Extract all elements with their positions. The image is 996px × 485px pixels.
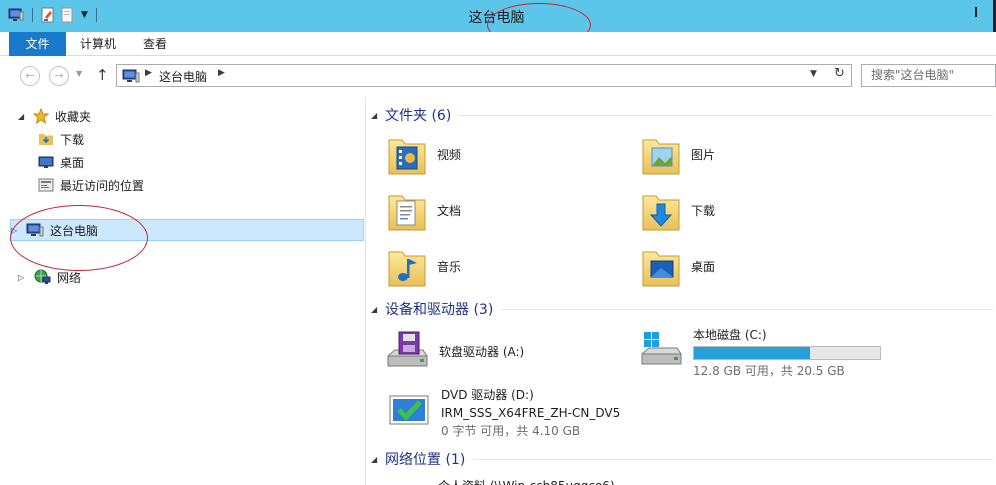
nav-item-label: 桌面	[60, 155, 85, 170]
ribbon-tabs: 文件 计算机 查看	[0, 32, 996, 56]
collapse-arrow-icon[interactable]: ◢	[371, 455, 385, 464]
drive-dvd-d[interactable]: DVD 驱动器 (D:) IRM_SSS_X64FRE_ZH-CN_DV5 0 …	[387, 386, 620, 440]
group-title: 设备和驱动器 (3)	[385, 302, 494, 318]
folder-downloads[interactable]: 下载	[641, 188, 715, 232]
downloads-folder-icon	[642, 195, 680, 231]
folder-label: 图片	[691, 147, 716, 162]
folder-videos[interactable]: 视频	[387, 132, 461, 176]
floppy-drive-icon	[387, 331, 428, 367]
breadcrumb-this-pc[interactable]: 这台电脑	[159, 68, 207, 85]
network-location-item[interactable]: 个人资料 (\\Win-cch85ugqco6)	[438, 477, 615, 485]
computer-icon	[26, 223, 44, 236]
collapse-arrow-icon[interactable]: ◢	[18, 112, 27, 121]
group-divider	[501, 308, 993, 310]
forward-button[interactable]: →	[49, 66, 69, 86]
nav-network-label: 网络	[57, 270, 82, 285]
downloads-folder-icon	[39, 134, 53, 145]
recent-places-icon	[38, 178, 54, 192]
group-title: 文件夹 (6)	[385, 108, 452, 124]
navigation-pane: ◢ 收藏夹 下载 桌面 最近访问的位置 ▷ 这台电脑 ▷ 网络	[0, 97, 366, 485]
star-icon	[33, 108, 49, 124]
pictures-folder-icon	[642, 139, 680, 175]
drive-usage-bar	[693, 346, 881, 360]
up-button[interactable]: ↑	[96, 66, 109, 84]
nav-favorite-desktop[interactable]: 桌面	[38, 151, 84, 173]
drive-space: 0 字节 可用，共 4.10 GB	[441, 424, 581, 438]
title-bar: ▼ 这台电脑	[0, 0, 996, 32]
dvd-drive-icon	[389, 395, 429, 425]
folder-label: 桌面	[691, 259, 716, 274]
drive-text: DVD 驱动器 (D:) IRM_SSS_X64FRE_ZH-CN_DV5 0 …	[441, 386, 620, 440]
hard-disk-icon	[641, 332, 682, 365]
computer-icon	[122, 69, 140, 83]
expand-arrow-icon[interactable]: ▷	[18, 273, 27, 282]
folder-label: 音乐	[437, 259, 462, 274]
documents-folder-icon	[388, 195, 426, 231]
folder-pictures[interactable]: 图片	[641, 132, 715, 176]
drive-space: 12.8 GB 可用，共 20.5 GB	[693, 364, 845, 378]
tab-file[interactable]: 文件	[9, 32, 66, 56]
desktop-folder-icon	[642, 251, 680, 287]
group-header-network[interactable]: ◢ 网络位置 (1)	[371, 448, 993, 470]
network-icon	[34, 269, 51, 284]
address-row: ← → ▼ ↑ ▶ 这台电脑 ▶ ▼ ↻ 搜索"这台电脑"	[0, 56, 996, 97]
videos-folder-icon	[388, 139, 426, 175]
collapse-arrow-icon[interactable]: ◢	[371, 111, 385, 120]
drive-name: 软盘驱动器 (A:)	[439, 345, 525, 359]
collapse-arrow-icon[interactable]: ◢	[371, 305, 385, 314]
group-header-folders[interactable]: ◢ 文件夹 (6)	[371, 104, 993, 126]
nav-favorite-recent[interactable]: 最近访问的位置	[38, 174, 144, 196]
nav-item-label: 最近访问的位置	[60, 178, 145, 193]
group-title: 网络位置 (1)	[385, 452, 466, 468]
folder-documents[interactable]: 文档	[387, 188, 461, 232]
nav-favorites-label: 收藏夹	[55, 109, 92, 124]
nav-this-pc-label: 这台电脑	[50, 223, 99, 238]
folder-label: 下载	[691, 203, 716, 218]
refresh-button[interactable]: ↻	[834, 66, 845, 81]
nav-item-label: 下载	[60, 132, 85, 147]
recent-locations-button[interactable]: ▼	[76, 69, 82, 78]
folder-label: 文档	[437, 203, 462, 218]
folder-music[interactable]: 音乐	[387, 244, 461, 288]
music-folder-icon	[388, 251, 426, 287]
breadcrumb-separator[interactable]: ▶	[218, 68, 225, 78]
content-pane: ◢ 文件夹 (6) 视频 图片 文档 下载 音乐 桌面 ◢ 设备和驱动器 (3)…	[367, 97, 996, 485]
tab-view[interactable]: 查看	[132, 32, 178, 56]
group-divider	[473, 458, 993, 460]
drive-floppy[interactable]: 软盘驱动器 (A:)	[385, 330, 524, 374]
drive-name: DVD 驱动器 (D:)	[441, 388, 534, 402]
nav-this-pc[interactable]: ▷ 这台电脑	[10, 219, 364, 241]
window-title: 这台电脑	[468, 10, 525, 26]
group-divider	[459, 114, 993, 116]
address-dropdown-button[interactable]: ▼	[810, 69, 817, 79]
drive-usage-fill	[694, 347, 811, 359]
nav-network[interactable]: ▷ 网络	[18, 266, 81, 288]
drive-volume-label: IRM_SSS_X64FRE_ZH-CN_DV5	[441, 406, 621, 420]
drive-local-disk-c[interactable]: 本地磁盘 (C:) 12.8 GB 可用，共 20.5 GB	[639, 326, 881, 380]
group-header-devices[interactable]: ◢ 设备和驱动器 (3)	[371, 298, 993, 320]
nav-favorite-downloads[interactable]: 下载	[38, 128, 84, 150]
drive-text: 本地磁盘 (C:) 12.8 GB 可用，共 20.5 GB	[693, 326, 881, 380]
drive-name: 本地磁盘 (C:)	[693, 328, 767, 342]
expand-arrow-icon[interactable]: ▷	[11, 226, 20, 235]
folder-label: 视频	[437, 147, 462, 162]
back-button[interactable]: ←	[20, 66, 40, 86]
drive-text: 软盘驱动器 (A:)	[439, 330, 524, 374]
tab-computer[interactable]: 计算机	[70, 32, 126, 56]
breadcrumb-separator[interactable]: ▶	[145, 68, 152, 78]
address-bar[interactable]: ▶ 这台电脑 ▶ ▼ ↻	[116, 64, 852, 87]
desktop-icon	[38, 156, 54, 168]
nav-favorites[interactable]: ◢ 收藏夹	[18, 105, 91, 127]
window-edge-mark	[975, 7, 977, 17]
folder-desktop[interactable]: 桌面	[641, 244, 715, 288]
search-input[interactable]: 搜索"这台电脑"	[861, 64, 996, 87]
